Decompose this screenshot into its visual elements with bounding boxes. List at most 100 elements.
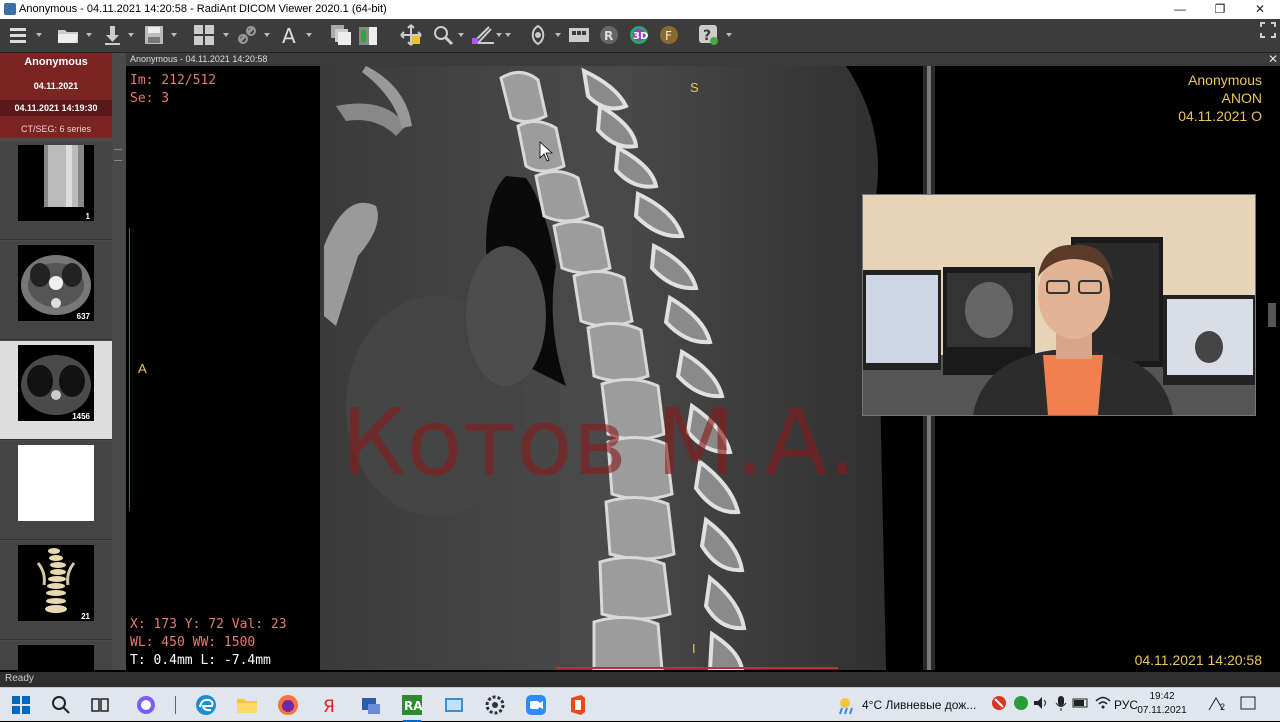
open-folder-icon[interactable] [56,24,92,46]
series-thumbnail[interactable]: 1456 [0,341,112,440]
series-panel: Anonymous 04.11.2021 04.11.2021 14:19:30… [0,53,112,670]
orientation-top: S [690,80,699,95]
svg-text:RA: RA [404,699,423,713]
svg-text:F: F [665,29,672,43]
orientation-left: A [138,361,147,376]
pan-icon[interactable] [400,24,422,46]
zoom-icon[interactable] [432,24,464,46]
clock[interactable]: 19:42 07.11.2021 [1132,690,1192,718]
spine-3d-thumbnail-image [18,545,94,621]
svg-text:A: A [282,24,296,46]
study-date: 04.11.2021 [33,81,79,91]
notification-count: 2 [1220,702,1226,712]
svg-text:3D: 3D [633,31,648,42]
help-icon[interactable]: ? [698,24,732,46]
task-view-icon[interactable] [89,694,111,716]
film-icon[interactable] [568,24,590,46]
study-date-line: 04.11.2021 O [1178,108,1262,124]
watermark-text: Котов М.А. [341,389,857,496]
image-index: Im: 212/512 [130,73,217,88]
title-bar: Anonymous - 04.11.2021 14:20:58 - RadiAn… [0,0,1280,19]
orientation-bottom: I [692,641,696,656]
angle-icon[interactable] [475,24,511,46]
taskbar: Я RA 4°C Ливневые дож... РУС 19:42 07.11… [0,687,1280,722]
scale-ruler [129,228,134,511]
series-image-count: 21 [81,612,90,621]
menu-icon[interactable] [8,24,42,46]
status-text: Ready [5,673,34,684]
firefox-icon[interactable] [277,694,299,716]
fullscreen-icon[interactable] [1260,22,1276,44]
webcam-overlay [862,194,1256,416]
minimize-icon[interactable]: — [1160,0,1200,19]
cursor-info: X: 173 Y: 72 Val: 23 [130,617,287,632]
link-icon[interactable] [236,24,270,46]
cortana-icon[interactable] [135,694,157,716]
spine-labeling-icon[interactable] [527,24,561,46]
search-icon[interactable] [50,694,72,716]
study-datetime: 04.11.2021 14:19:30 [0,100,112,116]
study-series-summary: CT/SEG: 6 series [20,124,92,134]
series-thumbnail[interactable]: 1 [0,141,112,240]
series-thumbnail-image [18,645,94,670]
series-image-count: 1 [85,212,90,221]
clock-time: 19:42 [1149,691,1175,702]
series-thumbnail[interactable]: 21 [0,541,112,640]
slice-thickness-info: T: 0.4mm L: -7.4mm [130,653,271,668]
restore-icon[interactable]: ❐ [1200,0,1240,19]
battery-icon[interactable] [1072,694,1094,716]
windows-start-icon[interactable] [10,694,32,716]
series-stack-icon[interactable] [330,24,352,46]
weather-icon[interactable] [836,694,858,716]
series-thumbnail[interactable]: 848 [0,441,112,540]
save-icon[interactable] [143,24,177,46]
fusion-icon[interactable]: F [658,24,680,46]
series-thumbnail[interactable] [0,641,112,670]
mpr-3d-icon[interactable]: 3D [628,24,650,46]
series-index: Se: 3 [130,91,170,106]
file-explorer-icon[interactable] [236,694,258,716]
clock-date: 07.11.2021 [1137,705,1187,716]
svg-text:Я: Я [323,697,335,716]
status-bar: Ready [0,672,1280,687]
zoom-app-icon[interactable] [525,694,547,716]
svg-text:R: R [604,29,613,43]
panel-splitter[interactable] [112,53,126,670]
toolbar: A R 3D F ? [0,19,1280,53]
screen-app-icon[interactable] [443,694,465,716]
window-level-icon[interactable] [358,24,380,46]
weather-text[interactable]: 4°C Ливневые дож... [862,698,976,712]
app-icon [4,3,16,15]
office-icon[interactable] [567,694,589,716]
radiant-dicom-icon[interactable]: RA [401,694,423,722]
image-scrollbar[interactable] [1268,303,1276,327]
window-level-info: WL: 450 WW: 1500 [130,635,256,650]
close-icon[interactable]: ✕ [1240,0,1280,19]
text-annotation-icon[interactable]: A [280,24,312,46]
study-header[interactable]: Anonymous 04.11.2021 04.11.2021 14:19:30… [0,53,112,138]
layout-grid-icon[interactable] [193,24,229,46]
microphone-icon[interactable] [1052,694,1074,716]
edge-icon[interactable] [195,694,217,716]
viewport-title: Anonymous - 04.11.2021 14:20:58 [130,54,268,64]
series-image-count: 637 [76,312,90,321]
patient-name: Anonymous [1188,72,1262,88]
rotate-icon[interactable]: R [598,24,620,46]
antivirus-icon[interactable] [990,694,1012,716]
speaker-icon[interactable] [1032,694,1054,716]
yandex-browser-icon[interactable]: Я [318,694,340,717]
acquisition-time: 04.11.2021 14:20:58 [1134,652,1262,668]
notifications-icon[interactable]: 2 [1220,694,1260,716]
scout-thumbnail-image [18,145,94,221]
axial-thumbnail-image [18,245,94,321]
series-thumbnail[interactable]: 637 [0,241,112,340]
wifi-icon[interactable] [1094,694,1116,716]
viewport-header: Anonymous - 04.11.2021 14:20:58 ✕ [126,52,1280,66]
download-icon[interactable] [102,24,134,46]
series-image-count: 1456 [72,412,90,421]
update-icon[interactable] [1012,694,1034,716]
close-viewport-icon[interactable]: ✕ [1268,52,1278,66]
splitter-grip[interactable] [114,149,122,161]
settings-icon[interactable] [484,694,506,716]
app-icon[interactable] [360,694,382,716]
